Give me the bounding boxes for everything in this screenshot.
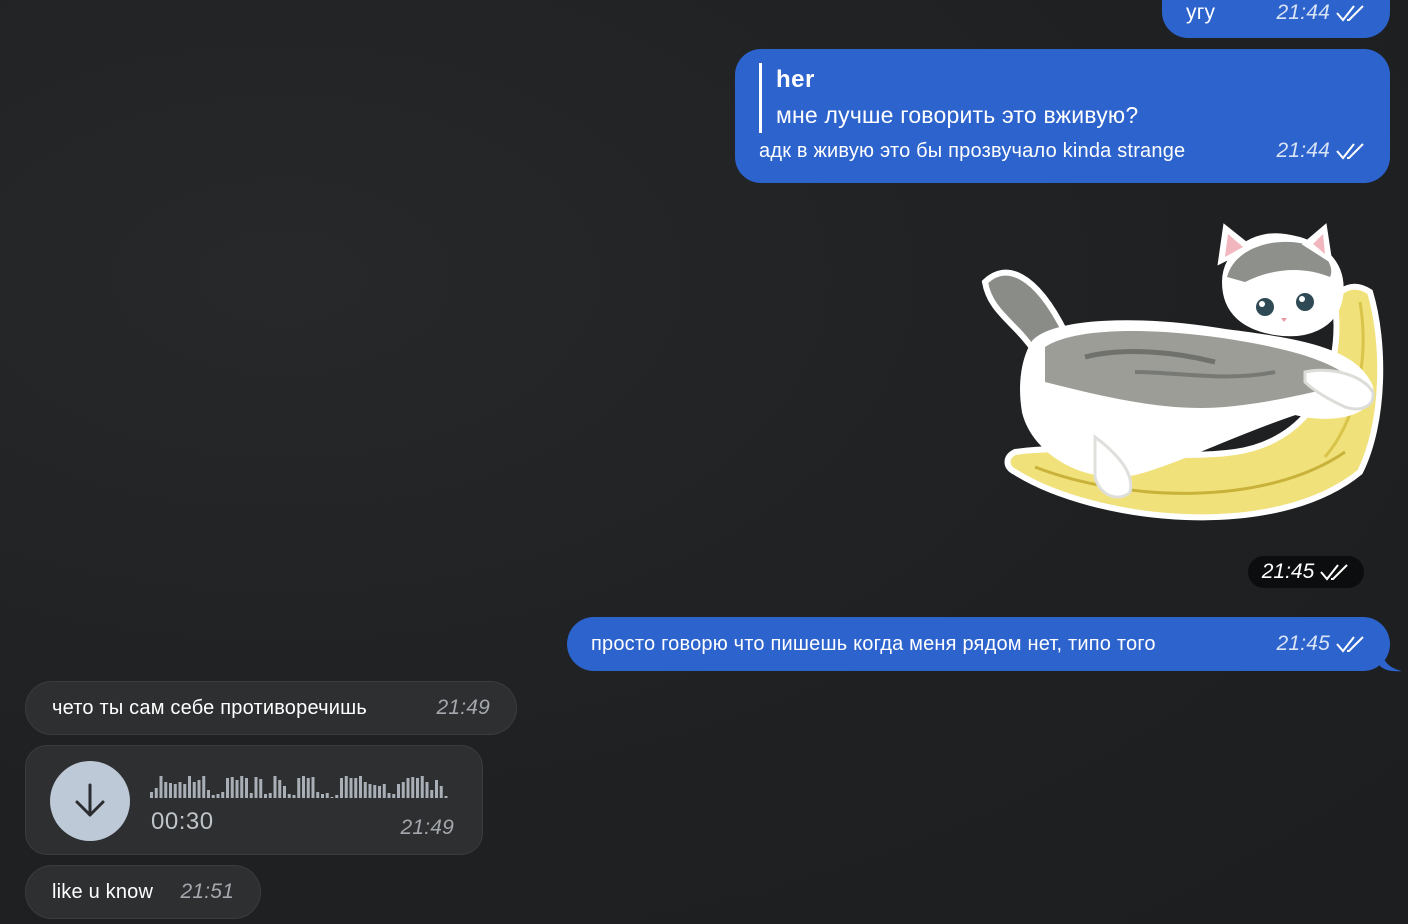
double-check-icon — [1336, 143, 1364, 160]
waveform-bar — [316, 792, 320, 798]
double-check-icon — [1320, 564, 1348, 581]
reply-author: her — [776, 66, 815, 93]
cat-on-banana-sticker[interactable] — [975, 222, 1390, 542]
waveform-bar — [254, 777, 258, 798]
outgoing-message[interactable]: просто говорю что пишешь когда меня рядо… — [567, 617, 1390, 671]
waveform-bar — [192, 782, 196, 798]
message-time: 21:44 — [1276, 1, 1330, 24]
waveform-bar — [359, 776, 362, 798]
waveform-bar — [154, 788, 158, 798]
waveform-bar — [235, 780, 239, 798]
waveform-bar — [401, 782, 405, 798]
waveform-bar — [268, 793, 272, 798]
waveform-bar — [278, 780, 282, 798]
waveform-bar — [283, 786, 286, 798]
voice-duration: 00:30 — [151, 808, 214, 835]
waveform-bar — [435, 780, 438, 798]
double-check-icon — [1336, 5, 1364, 22]
message-time: 21:45 — [1276, 632, 1330, 655]
waveform-bar — [378, 786, 381, 798]
waveform-bar — [420, 776, 424, 798]
waveform-bar — [245, 778, 248, 798]
outgoing-message-with-reply[interactable]: her мне лучше говорить это вживую? адк в… — [735, 49, 1390, 183]
waveform-bar — [373, 785, 377, 798]
incoming-message[interactable]: чето ты сам себе противоречишь 21:49 — [25, 681, 517, 735]
waveform-bar — [207, 790, 210, 798]
message-text: угу — [1186, 1, 1216, 24]
waveform-bar — [230, 777, 234, 798]
message-text: адк в живую это бы прозвучало kinda stra… — [759, 139, 1186, 162]
chat-area: угу 21:44 her мне лучше говорить это вжи… — [0, 0, 1408, 924]
voice-waveform[interactable] — [150, 774, 450, 798]
incoming-message[interactable]: like u know 21:51 — [25, 865, 261, 919]
waveform-bar — [188, 776, 191, 798]
waveform-bar — [406, 778, 410, 798]
waveform-bar — [368, 784, 372, 798]
waveform-bar — [321, 794, 324, 798]
waveform-bar — [430, 790, 434, 798]
waveform-bar — [273, 776, 277, 798]
waveform-bar — [183, 784, 187, 798]
waveform-bar — [416, 778, 419, 798]
waveform-bar — [297, 778, 301, 798]
waveform-bar — [382, 784, 386, 798]
waveform-bar — [226, 778, 229, 798]
waveform-bar — [178, 782, 182, 798]
download-arrow-icon — [75, 783, 105, 817]
sticker-time-badge: 21:45 — [1248, 556, 1364, 588]
reply-text: мне лучше говорить это вживую? — [776, 102, 1139, 128]
message-time: 21:49 — [400, 816, 454, 839]
incoming-voice-message[interactable]: 00:30 21:49 — [25, 745, 483, 855]
waveform-bar — [216, 794, 220, 798]
waveform-bar — [173, 784, 177, 798]
waveform-bar — [411, 777, 415, 798]
waveform-bar — [164, 782, 168, 798]
waveform-bar — [392, 794, 396, 798]
outgoing-message[interactable]: угу 21:44 — [1162, 0, 1390, 38]
waveform-bar — [264, 794, 267, 798]
download-voice-button[interactable] — [50, 761, 130, 841]
waveform-bar — [202, 776, 206, 798]
waveform-bar — [363, 782, 367, 798]
message-time: 21:51 — [180, 880, 234, 903]
waveform-bar — [287, 794, 291, 798]
waveform-bar — [197, 780, 201, 798]
reply-quote[interactable]: her мне лучше говорить это вживую? — [759, 63, 1366, 133]
waveform-bar — [240, 776, 244, 798]
message-text: просто говорю что пишешь когда меня рядо… — [591, 632, 1156, 655]
waveform-bar — [387, 793, 391, 798]
waveform-bar — [259, 779, 263, 798]
waveform-bar — [249, 793, 253, 798]
waveform-bar — [211, 795, 215, 798]
waveform-bar — [311, 777, 315, 798]
message-time: 21:44 — [1276, 139, 1330, 162]
waveform-bar — [302, 776, 305, 798]
waveform-bar — [330, 797, 334, 798]
waveform-bar — [306, 778, 310, 798]
message-time: 21:49 — [436, 696, 490, 719]
waveform-bar — [335, 795, 339, 798]
waveform-bar — [221, 792, 225, 798]
waveform-bar — [444, 796, 448, 798]
message-time: 21:45 — [1261, 560, 1315, 583]
waveform-bar — [292, 795, 296, 798]
message-text: чето ты сам себе противоречишь — [52, 696, 367, 719]
waveform-bar — [169, 783, 172, 798]
waveform-bar — [325, 793, 329, 798]
waveform-bar — [344, 776, 348, 798]
waveform-bar — [150, 792, 153, 798]
double-check-icon — [1336, 636, 1364, 653]
message-text: like u know — [52, 880, 154, 903]
bubble-tail — [1380, 646, 1402, 672]
waveform-bar — [340, 778, 343, 798]
waveform-bar — [425, 782, 429, 798]
waveform-bar — [397, 784, 400, 798]
waveform-bar — [349, 778, 353, 798]
waveform-bar — [439, 786, 443, 798]
waveform-bar — [159, 776, 163, 798]
waveform-bar — [354, 778, 358, 798]
